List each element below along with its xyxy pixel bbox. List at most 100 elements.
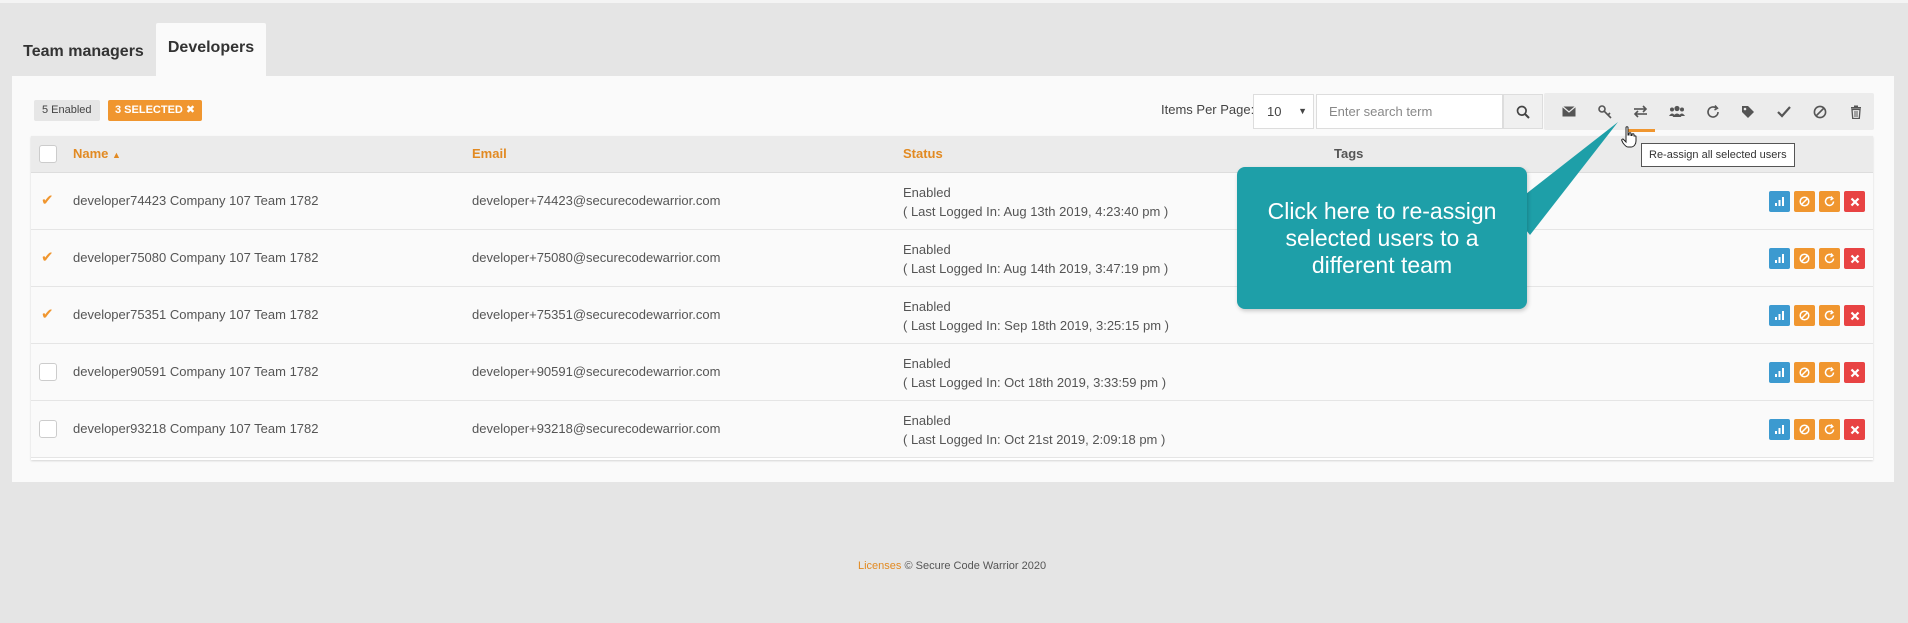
- disable-selected-button[interactable]: [1802, 97, 1838, 127]
- copyright-text: © Secure Code Warrior 2020: [904, 560, 1047, 572]
- disable-icon: [1799, 310, 1810, 321]
- envelope-icon: [1562, 106, 1576, 117]
- row-last-login: ( Last Logged In: Oct 18th 2019, 3:33:59…: [903, 375, 1167, 390]
- view-stats-button[interactable]: [1769, 248, 1790, 269]
- close-icon: [1850, 425, 1859, 434]
- disable-user-button[interactable]: [1794, 362, 1815, 383]
- hand-cursor-icon: [1621, 126, 1637, 148]
- delete-user-button[interactable]: [1844, 248, 1865, 269]
- email-selected-button[interactable]: [1551, 97, 1587, 127]
- callout-box: Click here to re-assign selected users t…: [1237, 167, 1527, 309]
- refresh-icon: [1706, 104, 1719, 118]
- bar-chart-icon: [1775, 254, 1784, 263]
- column-name-label: Name: [73, 146, 109, 161]
- table-row[interactable]: ✔ developer74423 Company 107 Team 1782 dev…: [31, 173, 1873, 230]
- tag-selected-button[interactable]: [1730, 97, 1766, 127]
- reset-user-button[interactable]: [1819, 191, 1840, 212]
- row-last-login: ( Last Logged In: Aug 14th 2019, 3:47:19…: [903, 261, 1169, 276]
- view-stats-button[interactable]: [1769, 362, 1790, 383]
- row-selected-check-icon[interactable]: ✔: [41, 191, 54, 209]
- table-header: Name ▲ Email Status Tags: [31, 136, 1873, 173]
- enable-selected-button[interactable]: [1766, 97, 1802, 127]
- row-actions: [1769, 248, 1865, 269]
- column-name[interactable]: Name ▲: [73, 146, 121, 161]
- disable-user-button[interactable]: [1794, 248, 1815, 269]
- row-email: developer+90591@securecodewarrior.com: [472, 364, 721, 379]
- selected-count-badge[interactable]: 3 SELECTED ✖: [108, 100, 203, 121]
- refresh-icon: [1824, 196, 1835, 207]
- disable-user-button[interactable]: [1794, 305, 1815, 326]
- footer: Licenses © Secure Code Warrior 2020: [858, 560, 1046, 572]
- column-email[interactable]: Email: [472, 146, 507, 161]
- enabled-count-badge: 5 Enabled: [34, 100, 100, 121]
- bar-chart-icon: [1775, 368, 1784, 377]
- disable-user-button[interactable]: [1794, 419, 1815, 440]
- reset-user-button[interactable]: [1819, 419, 1840, 440]
- key-icon: [1598, 104, 1612, 119]
- items-per-page-label: Items Per Page:: [1161, 102, 1255, 117]
- search-button[interactable]: [1503, 94, 1543, 129]
- row-checkbox[interactable]: [39, 363, 57, 381]
- bar-chart-icon: [1775, 311, 1784, 320]
- row-last-login: ( Last Logged In: Oct 21st 2019, 2:09:18…: [903, 432, 1166, 447]
- reset-user-button[interactable]: [1819, 305, 1840, 326]
- view-stats-button[interactable]: [1769, 419, 1790, 440]
- chevron-down-icon: ▼: [1298, 106, 1307, 116]
- bar-chart-icon: [1775, 197, 1784, 206]
- row-checkbox[interactable]: [39, 420, 57, 438]
- search-icon: [1516, 105, 1530, 119]
- reassign-team-button[interactable]: [1623, 97, 1659, 132]
- row-email: developer+75351@securecodewarrior.com: [472, 307, 721, 322]
- row-selected-check-icon[interactable]: ✔: [41, 248, 54, 266]
- close-icon: [1850, 311, 1859, 320]
- reset-progress-button[interactable]: [1695, 97, 1731, 127]
- table-row[interactable]: ✔ developer75080 Company 107 Team 1782 dev…: [31, 230, 1873, 287]
- disable-user-button[interactable]: [1794, 191, 1815, 212]
- row-name: developer93218 Company 107 Team 1782: [73, 421, 319, 436]
- row-selected-check-icon[interactable]: ✔: [41, 305, 54, 323]
- close-icon: [1850, 197, 1859, 206]
- row-email: developer+75080@securecodewarrior.com: [472, 250, 721, 265]
- row-status: Enabled: [903, 356, 951, 371]
- items-per-page-select[interactable]: 10 ▼: [1253, 94, 1314, 129]
- assign-group-button[interactable]: [1659, 97, 1695, 127]
- reassign-icon: [1634, 105, 1648, 118]
- column-status[interactable]: Status: [903, 146, 943, 161]
- reassign-tooltip: Re-assign all selected users: [1641, 143, 1795, 167]
- search-input[interactable]: [1316, 94, 1503, 129]
- table-row[interactable]: developer93218 Company 107 Team 1782 deve…: [31, 401, 1873, 458]
- row-status: Enabled: [903, 413, 951, 428]
- view-stats-button[interactable]: [1769, 305, 1790, 326]
- delete-selected-button[interactable]: [1838, 97, 1874, 127]
- disable-icon: [1799, 367, 1810, 378]
- licenses-link[interactable]: Licenses: [858, 560, 901, 572]
- delete-user-button[interactable]: [1844, 191, 1865, 212]
- disable-icon: [1799, 424, 1810, 435]
- select-all-checkbox[interactable]: [39, 145, 57, 163]
- reset-user-button[interactable]: [1819, 248, 1840, 269]
- column-tags: Tags: [1334, 146, 1364, 161]
- view-stats-button[interactable]: [1769, 191, 1790, 212]
- row-status: Enabled: [903, 242, 951, 257]
- developers-table: Name ▲ Email Status Tags ✔ developer74423…: [31, 136, 1873, 460]
- table-row[interactable]: ✔ developer75351 Company 107 Team 1782 dev…: [31, 287, 1873, 344]
- delete-user-button[interactable]: [1844, 305, 1865, 326]
- delete-user-button[interactable]: [1844, 362, 1865, 383]
- table-row[interactable]: developer90591 Company 107 Team 1782 deve…: [31, 344, 1873, 401]
- tab-developers[interactable]: Developers: [156, 23, 266, 77]
- sort-ascending-icon: ▲: [112, 150, 121, 160]
- disable-icon: [1799, 196, 1810, 207]
- tab-team-managers[interactable]: Team managers: [12, 27, 155, 77]
- disable-icon: [1813, 105, 1827, 118]
- delete-user-button[interactable]: [1844, 419, 1865, 440]
- refresh-icon: [1824, 367, 1835, 378]
- reset-password-button[interactable]: [1587, 97, 1623, 127]
- close-icon: [1850, 254, 1859, 263]
- reset-user-button[interactable]: [1819, 362, 1840, 383]
- row-name: developer90591 Company 107 Team 1782: [73, 364, 319, 379]
- items-per-page-value: 10: [1267, 104, 1282, 119]
- row-status: Enabled: [903, 185, 951, 200]
- row-name: developer74423 Company 107 Team 1782: [73, 193, 319, 208]
- clear-selection-icon[interactable]: ✖: [186, 104, 195, 116]
- selected-count-label: 3 SELECTED: [115, 104, 183, 116]
